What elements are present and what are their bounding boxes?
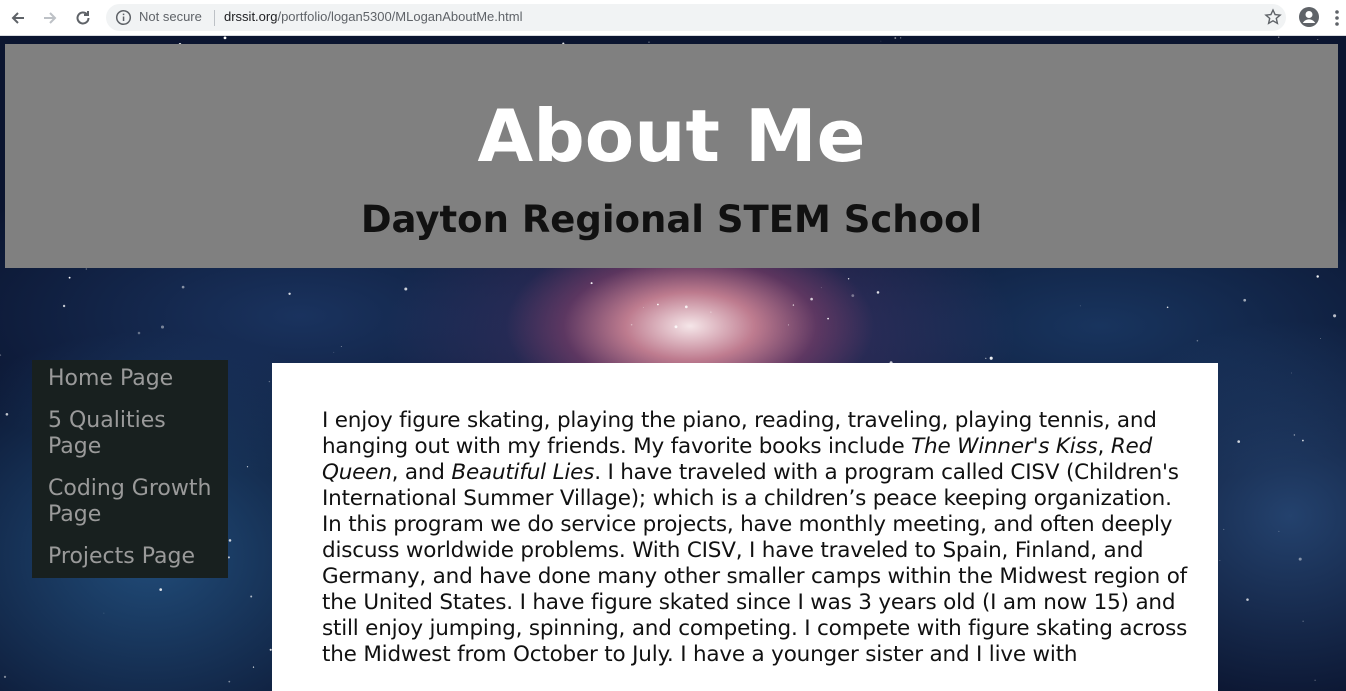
separator-1: , <box>1097 434 1111 459</box>
forward-arrow-icon[interactable] <box>38 6 62 30</box>
page-subtitle: Dayton Regional STEM School <box>360 198 983 241</box>
page-header: About Me Dayton Regional STEM School <box>5 44 1338 268</box>
back-arrow-icon[interactable] <box>6 6 30 30</box>
url-path: /portfolio/logan5300/MLoganAboutMe.html <box>277 9 523 24</box>
about-text-part2: . I have traveled with a program called … <box>322 460 1188 667</box>
url-text[interactable]: drssit.org/portfolio/logan5300/MLoganAbo… <box>224 9 522 24</box>
about-paragraph: I enjoy figure skating, playing the pian… <box>322 408 1192 668</box>
separator-2: , and <box>391 460 452 485</box>
address-bar[interactable]: Not secure drssit.org/portfolio/logan530… <box>106 4 1286 31</box>
info-icon[interactable] <box>115 9 132 26</box>
about-content-panel: I enjoy figure skating, playing the pian… <box>272 363 1218 691</box>
bookmark-star-icon[interactable] <box>1264 8 1282 26</box>
page-background: About Me Dayton Regional STEM School Hom… <box>0 36 1346 691</box>
sidebar-nav: Home Page 5 Qualities Page Coding Growth… <box>32 360 228 578</box>
book-title-1: The Winner's Kiss <box>911 434 1098 459</box>
security-label: Not secure <box>139 9 202 24</box>
sidebar-item-coding-growth[interactable]: Coding Growth Page <box>48 476 220 528</box>
book-title-3: Beautiful Lies <box>451 460 595 485</box>
menu-kebab-icon[interactable] <box>1332 8 1342 28</box>
browser-toolbar: Not secure drssit.org/portfolio/logan530… <box>0 0 1346 36</box>
account-avatar-icon[interactable] <box>1298 6 1320 28</box>
address-divider <box>214 10 215 26</box>
url-host: drssit.org <box>224 9 278 24</box>
reload-icon[interactable] <box>71 6 95 30</box>
sidebar-item-5-qualities[interactable]: 5 Qualities Page <box>48 408 220 460</box>
sidebar-item-home[interactable]: Home Page <box>48 366 220 392</box>
page-title: About Me <box>477 94 866 178</box>
sidebar-item-projects[interactable]: Projects Page <box>48 544 220 570</box>
